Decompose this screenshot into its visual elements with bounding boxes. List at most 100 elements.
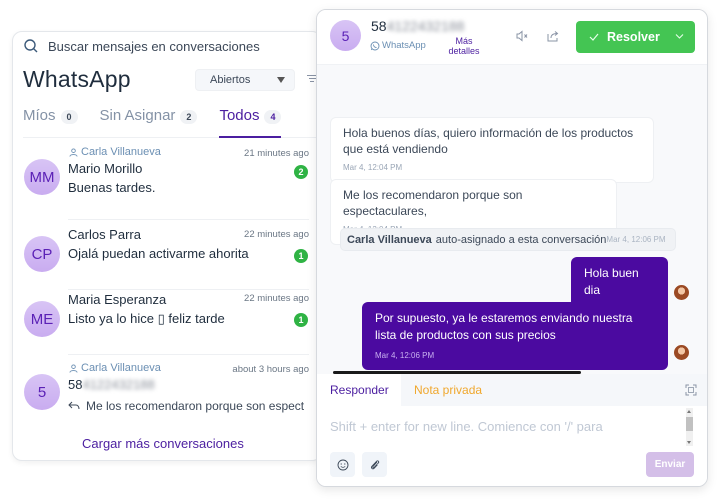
conversation-list: MM Carla Villanueva 21 minutes ago Mario… (13, 144, 321, 435)
message-list: Hola buenos días, quiero información de … (317, 64, 707, 374)
contact-number-blurred: 4122432188 (386, 18, 465, 34)
last-message: Me los recomendaron porque son espect (86, 399, 305, 413)
message-text: Me los recomendaron porque son espectacu… (343, 188, 523, 218)
more-details-link[interactable]: Más detalles (444, 36, 484, 56)
reply-mode-tabs: Responder Nota privada (317, 374, 707, 406)
status-filter-select[interactable]: Abiertos (195, 69, 295, 91)
tab-count: 4 (264, 110, 282, 124)
conversation-item[interactable]: CP 22 minutes ago Carlos Parra 1 Ojalá p… (13, 220, 321, 290)
assignee-name: Carla Villanueva (81, 146, 161, 158)
message-input[interactable]: Shift + enter for new line. Comience con… (330, 419, 680, 441)
user-icon (69, 363, 78, 373)
tab-label: Sin Asignar (99, 107, 176, 124)
conversation-time: 22 minutes ago (244, 229, 309, 240)
tab-count: 2 (180, 110, 198, 124)
contact-name: 584122432188 (68, 377, 155, 392)
status-filter-value: Abiertos (210, 74, 251, 86)
tab-todos[interactable]: Todos 4 (219, 102, 282, 138)
unread-badge: 2 (294, 165, 308, 179)
conversation-list-panel: Buscar mensajes en conversaciones WhatsA… (12, 31, 322, 461)
send-button[interactable]: Enviar (646, 452, 694, 477)
chat-panel: 5 584122432188 WhatsApp Más detalles Res… (316, 9, 708, 487)
inbox-header: WhatsApp Abiertos (23, 66, 321, 93)
avatar: MM (24, 159, 60, 195)
activity-message: Carla Villanueva auto-asignado a esta co… (340, 228, 676, 251)
chevron-down-icon[interactable] (675, 33, 684, 40)
emoji-button[interactable] (330, 452, 355, 477)
unread-badge: 1 (294, 313, 308, 327)
conversation-content: 22 minutes ago Maria Esperanza 1 Listo y… (68, 290, 309, 355)
inbox-title: WhatsApp (23, 66, 131, 92)
channel-name: WhatsApp (382, 40, 426, 51)
tab-count: 0 (60, 110, 78, 124)
tab-mios[interactable]: Míos 0 (23, 102, 78, 137)
chat-header: 5 584122432188 WhatsApp Más detalles Res… (317, 10, 707, 64)
load-more-conversations-link[interactable]: Cargar más conversaciones (82, 436, 244, 451)
conversation-item[interactable]: ME 22 minutes ago Maria Esperanza 1 List… (13, 290, 321, 355)
contact-number-blurred: 4122432188 (82, 377, 155, 392)
contact-number-visible: 58 (68, 377, 83, 392)
conversation-content: Carla Villanueva about 3 hours ago 58412… (68, 355, 309, 435)
tab-label: Todos (219, 107, 260, 124)
message-text: Hola buen dia (584, 266, 639, 297)
contact-name: Maria Esperanza (68, 292, 167, 307)
resolve-button[interactable]: Resolver (576, 21, 695, 53)
message-time: Mar 4, 12:04 PM (343, 163, 403, 172)
last-message: Ojalá puedan activarme ahorita (68, 246, 249, 261)
search-bar[interactable]: Buscar mensajes en conversaciones (23, 38, 260, 54)
avatar: 5 (24, 374, 60, 410)
tab-nota-privada[interactable]: Nota privada (414, 374, 482, 406)
share-icon[interactable] (546, 29, 560, 43)
check-icon (589, 33, 599, 41)
emoji-icon (337, 459, 348, 470)
conversation-time: 22 minutes ago (244, 293, 309, 304)
reply-composer: Responder Nota privada Shift + enter for… (317, 374, 707, 486)
tab-responder[interactable]: Responder (317, 374, 401, 406)
conversation-tabs: Míos 0 Sin Asignar 2 Todos 4 (23, 102, 321, 138)
agent-avatar (674, 345, 689, 360)
activity-text: auto-asignado a esta conversación (435, 233, 607, 246)
resolve-label: Resolver (607, 30, 660, 44)
conversation-time: about 3 hours ago (232, 364, 309, 375)
composer-scrollbar[interactable] (686, 408, 693, 446)
channel-label: WhatsApp (370, 40, 426, 51)
agent-avatar (674, 285, 689, 300)
assignee: Carla Villanueva (69, 362, 161, 374)
search-icon (24, 39, 38, 53)
message-time: Mar 4, 12:06 PM (375, 351, 435, 360)
whatsapp-icon (370, 41, 380, 50)
avatar: CP (24, 236, 60, 272)
unread-badge: 1 (294, 249, 308, 263)
contact-name: Mario Morillo (68, 161, 143, 176)
conversation-time: 21 minutes ago (244, 148, 309, 159)
last-message: Buenas tardes. (68, 180, 156, 195)
last-message-row: Me los recomendaron porque son espect (68, 399, 304, 413)
scroll-up-arrow[interactable] (687, 410, 691, 413)
tab-label: Míos (23, 107, 56, 124)
activity-time: Mar 4, 12:06 PM (606, 235, 666, 244)
search-input[interactable]: Buscar mensajes en conversaciones (48, 39, 260, 54)
outgoing-message: Por supuesto, ya le estaremos enviando n… (362, 302, 668, 370)
attach-button[interactable] (362, 452, 387, 477)
tab-sin-asignar[interactable]: Sin Asignar 2 (100, 102, 198, 137)
paperclip-icon (370, 459, 379, 469)
scroll-thumb[interactable] (686, 417, 693, 431)
user-icon (69, 147, 78, 157)
scroll-down-arrow[interactable] (687, 441, 691, 444)
message-text: Por supuesto, ya le estaremos enviando n… (375, 311, 633, 342)
mute-icon[interactable] (515, 29, 529, 43)
incoming-message: Hola buenos días, quiero información de … (330, 117, 654, 183)
expand-icon[interactable] (685, 384, 697, 396)
last-message: Listo ya lo hice ▯ feliz tarde (68, 311, 225, 326)
avatar: ME (24, 301, 60, 337)
conversation-item[interactable]: MM Carla Villanueva 21 minutes ago Mario… (13, 144, 321, 220)
conversation-content: 22 minutes ago Carlos Parra 1 Ojalá pued… (68, 220, 309, 290)
contact-number-visible: 58 (371, 18, 387, 34)
contact-name: 584122432188 (371, 18, 464, 34)
activity-actor: Carla Villanueva (347, 233, 432, 246)
reply-icon (68, 401, 80, 410)
message-text: Hola buenos días, quiero información de … (343, 126, 634, 156)
caret-down-icon (277, 77, 285, 83)
conversation-item[interactable]: 5 Carla Villanueva about 3 hours ago 584… (13, 355, 321, 435)
contact-avatar: 5 (330, 20, 361, 51)
